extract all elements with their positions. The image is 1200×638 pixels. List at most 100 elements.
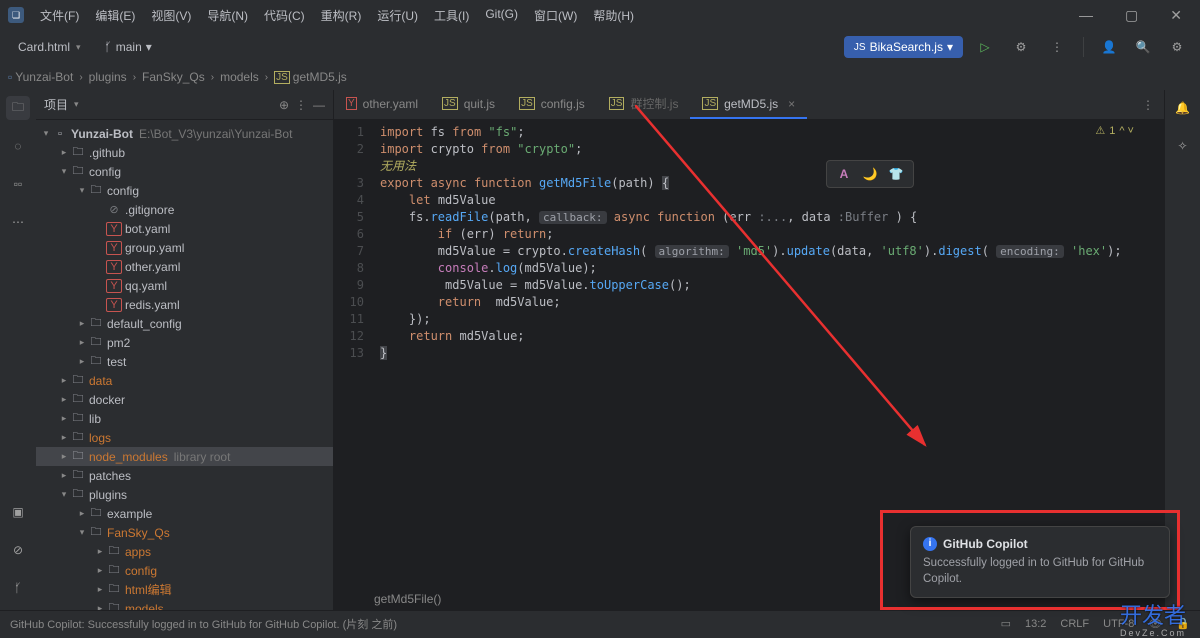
tree-item[interactable]: ▾🗀FanSky_Qs	[36, 523, 333, 542]
tree-item[interactable]: ▸🗀docker	[36, 390, 333, 409]
line-ending[interactable]: CRLF	[1060, 618, 1089, 630]
menu-item[interactable]: 编辑(E)	[89, 5, 141, 26]
panel-options-icon[interactable]: ⋮	[295, 98, 307, 112]
letter-a-icon[interactable]: A	[833, 163, 855, 185]
menu-item[interactable]: 运行(U)	[371, 5, 424, 26]
tree-item[interactable]: Yqq.yaml	[36, 276, 333, 295]
tree-item[interactable]: ▸🗀apps	[36, 542, 333, 561]
breadcrumb-item[interactable]: JS getMD5.js	[274, 70, 347, 84]
tree-item[interactable]: ▸🗀.github	[36, 143, 333, 162]
moon-icon[interactable]: 🌙	[859, 163, 881, 185]
tree-item[interactable]: Ygroup.yaml	[36, 238, 333, 257]
tree-item[interactable]: ▸🗀lib	[36, 409, 333, 428]
warning-badge[interactable]: ⚠ 1 ^ ˅	[1095, 124, 1134, 137]
left-tool-rail: 🗀 ◌ ▫▫ ⋯ ▣ ⊘ ᚶ	[0, 90, 36, 610]
chevron-down-icon: ▾	[146, 40, 152, 54]
tree-item[interactable]: Yredis.yaml	[36, 295, 333, 314]
tree-item[interactable]: ▸🗀html编辑	[36, 580, 333, 599]
git-branch[interactable]: ᚶ main ▾	[97, 36, 160, 58]
notification-title: GitHub Copilot	[943, 537, 1028, 551]
cursor-position[interactable]: 13:2	[1025, 618, 1046, 630]
menu-item[interactable]: 导航(N)	[201, 5, 254, 26]
tree-item[interactable]: ▸🗀config	[36, 561, 333, 580]
version-control-icon[interactable]: ᚶ	[6, 576, 30, 600]
tree-item[interactable]: ▸🗀models	[36, 599, 333, 610]
editor-tab[interactable]: JSquit.js	[430, 90, 507, 119]
tree-item[interactable]: Ybot.yaml	[36, 219, 333, 238]
tree-item[interactable]: ▸🗀example	[36, 504, 333, 523]
editor-tab[interactable]: JS群控制.js	[597, 90, 691, 119]
ai-assistant-icon[interactable]: ✧	[1171, 134, 1195, 158]
menu-item[interactable]: Git(G)	[479, 5, 524, 26]
panel-header: 项目 ▾ ⊕ ⋮ ―	[36, 90, 333, 120]
watermark: 开发者	[1120, 598, 1186, 630]
file-picker[interactable]: Card.html ▾	[10, 36, 89, 58]
menu-item[interactable]: 代码(C)	[258, 5, 311, 26]
tabs-list-icon[interactable]: ⋮	[1142, 98, 1154, 112]
breadcrumb-item[interactable]: models	[220, 70, 259, 84]
tree-item[interactable]: ▸🗀logs	[36, 428, 333, 447]
commit-icon[interactable]: ◌	[6, 134, 30, 158]
breadcrumb-item[interactable]: plugins	[89, 70, 127, 84]
tree-item[interactable]: ▾🗀plugins	[36, 485, 333, 504]
chevron-down-icon[interactable]: ▾	[74, 99, 79, 110]
branch-icon: ᚶ	[105, 40, 112, 54]
tree-item[interactable]: ▸🗀test	[36, 352, 333, 371]
gutter: 12 345678910111213	[334, 120, 374, 610]
tree-item[interactable]: ▸🗀pm2	[36, 333, 333, 352]
project-tree[interactable]: ▾▫Yunzai-BotE:\Bot_V3\yunzai\Yunzai-Bot▸…	[36, 120, 333, 610]
notifications-icon[interactable]: 🔔	[1171, 96, 1195, 120]
panel-hide-icon[interactable]: ―	[313, 98, 325, 112]
function-breadcrumb[interactable]: getMd5File()	[374, 588, 441, 610]
editor-tab[interactable]: JSgetMD5.js×	[690, 90, 807, 119]
debug-button[interactable]: ⚙	[1007, 34, 1035, 60]
editor-tab[interactable]: Yother.yaml	[334, 90, 430, 119]
notification-body: Successfully logged in to GitHub for Git…	[923, 555, 1157, 587]
breadcrumb-item[interactable]: ▫ Yunzai-Bot	[8, 70, 73, 84]
menu-item[interactable]: 文件(F)	[34, 5, 85, 26]
menu-item[interactable]: 窗口(W)	[528, 5, 583, 26]
tree-item[interactable]: ▸🗀patches	[36, 466, 333, 485]
more-button[interactable]: ⋮	[1043, 34, 1071, 60]
search-icon[interactable]: 🔍	[1130, 34, 1156, 60]
breadcrumb-item[interactable]: FanSky_Qs	[142, 70, 205, 84]
notification-popup[interactable]: i GitHub Copilot Successfully logged in …	[910, 526, 1170, 598]
maximize-button[interactable]: ▢	[1115, 5, 1148, 26]
toolbar: Card.html ▾ ᚶ main ▾ JS BikaSearch.js ▾ …	[0, 30, 1200, 64]
problems-icon[interactable]: ⊘	[6, 538, 30, 562]
shirt-icon[interactable]: 👕	[885, 163, 907, 185]
breadcrumb: ▫ Yunzai-Bot›plugins›FanSky_Qs›models›JS…	[0, 64, 1200, 90]
status-message: GitHub Copilot: Successfully logged in t…	[10, 616, 397, 632]
current-file: Card.html	[18, 40, 70, 54]
run-button[interactable]: ▷	[971, 34, 999, 60]
js-icon: JS	[854, 42, 866, 53]
tree-item[interactable]: Yother.yaml	[36, 257, 333, 276]
project-tool-icon[interactable]: 🗀	[6, 96, 30, 120]
more-tools-icon[interactable]: ⋯	[6, 210, 30, 234]
menu-item[interactable]: 帮助(H)	[587, 5, 640, 26]
select-opened-icon[interactable]: ⊕	[279, 98, 289, 112]
menu-item[interactable]: 工具(I)	[428, 5, 475, 26]
close-button[interactable]: ✕	[1160, 5, 1192, 26]
chevron-down-icon: ▾	[947, 40, 953, 54]
tree-root[interactable]: ▾▫Yunzai-BotE:\Bot_V3\yunzai\Yunzai-Bot	[36, 124, 333, 143]
editor-tab[interactable]: JSconfig.js	[507, 90, 597, 119]
tree-item[interactable]: ⊘.gitignore	[36, 200, 333, 219]
menu-item[interactable]: 重构(R)	[315, 5, 368, 26]
tree-item[interactable]: ▸🗀default_config	[36, 314, 333, 333]
info-icon: i	[923, 537, 937, 551]
structure-icon[interactable]: ▫▫	[6, 172, 30, 196]
tree-item[interactable]: ▾🗀config	[36, 181, 333, 200]
terminal-icon[interactable]: ▣	[6, 500, 30, 524]
usage-annotation: 无用法	[380, 158, 1164, 175]
menu-item[interactable]: 视图(V)	[145, 5, 197, 26]
user-icon[interactable]: 👤	[1096, 34, 1122, 60]
settings-icon[interactable]: ⚙	[1164, 34, 1190, 60]
tree-item[interactable]: ▸🗀data	[36, 371, 333, 390]
run-config-selector[interactable]: JS BikaSearch.js ▾	[844, 36, 963, 58]
tree-item[interactable]: ▾🗀config	[36, 162, 333, 181]
progress-icon[interactable]: ▭	[1001, 617, 1011, 630]
tree-item[interactable]: ▸🗀node_moduleslibrary root	[36, 447, 333, 466]
minimize-button[interactable]: ―	[1069, 5, 1103, 26]
window-controls: ― ▢ ✕	[1069, 5, 1192, 26]
